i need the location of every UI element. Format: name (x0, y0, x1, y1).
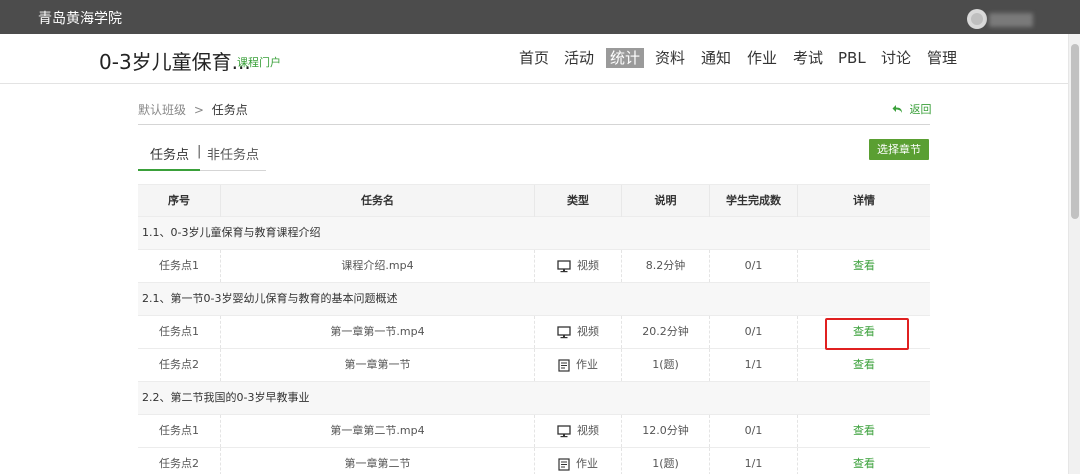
nav-exams[interactable]: 考试 (793, 48, 823, 68)
avatar-icon (971, 13, 983, 25)
table-row: 任务点1 第一章第二节.mp4 视频 12.0分钟 0/1 查看 (138, 415, 930, 448)
header-completions: 学生完成数 (710, 185, 798, 217)
view-link[interactable]: 查看 (853, 424, 875, 437)
task-type-label: 视频 (577, 325, 599, 338)
nav-home[interactable]: 首页 (519, 48, 549, 68)
task-type: 视频 (535, 415, 622, 447)
course-nav-bar: 0-3岁儿童保育... 课程门户 首页 活动 统计 资料 通知 作业 考试 PB… (0, 34, 1080, 84)
task-type: 视频 (535, 250, 622, 282)
task-detail: 查看 (798, 349, 930, 381)
nav-statistics[interactable]: 统计 (606, 48, 645, 68)
nav-notices[interactable]: 通知 (701, 48, 731, 68)
task-description: 1(题) (622, 448, 710, 474)
section-row: 2.1、第一节0-3岁婴幼儿保育与教育的基本问题概述 (138, 283, 930, 316)
task-name: 第一章第二节.mp4 (221, 415, 535, 447)
page-scrollbar[interactable] (1068, 34, 1080, 474)
task-type: 作业 (535, 349, 622, 381)
task-type: 作业 (535, 448, 622, 474)
nav-homework[interactable]: 作业 (747, 48, 777, 68)
task-completions: 1/1 (710, 448, 798, 474)
task-name: 第一章第一节.mp4 (221, 316, 535, 348)
back-link[interactable]: 返回 (892, 101, 932, 117)
header-details: 详情 (853, 194, 875, 207)
task-description: 1(题) (622, 349, 710, 381)
monitor-icon (557, 424, 571, 437)
scrollbar-thumb[interactable] (1071, 44, 1079, 219)
task-type-label: 作业 (576, 358, 598, 371)
task-type: 视频 (535, 316, 622, 348)
task-name: 第一章第一节 (221, 349, 535, 381)
section-title: 1.1、0-3岁儿童保育与教育课程介绍 (142, 226, 321, 239)
course-portal-link[interactable]: 课程门户 (237, 54, 281, 70)
task-detail: 查看 (798, 448, 930, 474)
breadcrumb: 默认班级 > 任务点 (138, 101, 248, 118)
task-type-label: 视频 (577, 424, 599, 437)
header-task-name: 任务名 (221, 185, 535, 217)
back-link-label: 返回 (909, 103, 932, 116)
task-no: 任务点2 (138, 349, 221, 381)
section-title: 2.1、第一节0-3岁婴幼儿保育与教育的基本问题概述 (142, 292, 398, 305)
table-row: 任务点2 第一章第二节 作业 1(题) 1/1 查看 (138, 448, 930, 474)
task-name: 第一章第二节 (221, 448, 535, 474)
task-description: 20.2分钟 (622, 316, 710, 348)
table-row: 任务点2 第一章第一节 作业 1(题) 1/1 查看 (138, 349, 930, 382)
tab-non-task-points[interactable]: 非任务点 (207, 144, 259, 163)
task-description: 8.2分钟 (622, 250, 710, 282)
nav-manage[interactable]: 管理 (927, 48, 957, 68)
breadcrumb-root[interactable]: 默认班级 (138, 103, 186, 117)
view-link[interactable]: 查看 (853, 259, 875, 272)
document-icon (558, 457, 570, 471)
task-tabs: 任务点 | 非任务点 (138, 144, 266, 171)
section-row: 1.1、0-3岁儿童保育与教育课程介绍 (138, 217, 930, 250)
task-detail: 查看 (798, 415, 930, 447)
task-no: 任务点1 (138, 415, 221, 447)
top-bar: 青岛黄海学院 (0, 0, 1080, 34)
monitor-icon (557, 259, 571, 272)
task-type-label: 作业 (576, 457, 598, 470)
header-no: 序号 (138, 185, 221, 217)
course-title[interactable]: 0-3岁儿童保育... (99, 46, 251, 75)
active-tab-indicator (138, 169, 200, 171)
task-completions: 0/1 (710, 316, 798, 348)
tab-task-points[interactable]: 任务点 (150, 144, 189, 163)
table-header: 序号 任务名 类型 说明 学生完成数 详情 (138, 184, 930, 217)
view-link[interactable]: 查看 (853, 457, 875, 470)
tab-separator: | (197, 144, 202, 159)
nav-pbl[interactable]: PBL (838, 48, 866, 68)
task-name: 课程介绍.mp4 (221, 250, 535, 282)
task-no: 任务点1 (138, 250, 221, 282)
section-title: 2.2、第二节我国的0-3岁早教事业 (142, 391, 310, 404)
nav-discussion[interactable]: 讨论 (881, 48, 911, 68)
task-detail: 查看 (798, 250, 930, 282)
section-row: 2.2、第二节我国的0-3岁早教事业 (138, 382, 930, 415)
task-no: 任务点1 (138, 316, 221, 348)
header-description: 说明 (622, 185, 710, 217)
divider (138, 124, 930, 125)
task-completions: 0/1 (710, 415, 798, 447)
table-row: 任务点1 第一章第一节.mp4 视频 20.2分钟 0/1 查看 (138, 316, 930, 349)
username-redacted[interactable] (989, 13, 1033, 27)
task-completions: 1/1 (710, 349, 798, 381)
task-table: 序号 任务名 类型 说明 学生完成数 详情 1.1、0-3岁儿童保育与教育课程介… (138, 184, 930, 474)
choose-chapter-button[interactable]: 选择章节 (869, 139, 929, 160)
header-type: 类型 (535, 185, 622, 217)
nav-resources[interactable]: 资料 (655, 48, 685, 68)
school-name[interactable]: 青岛黄海学院 (38, 8, 122, 28)
table-row: 任务点1 课程介绍.mp4 视频 8.2分钟 0/1 查看 (138, 250, 930, 283)
highlight-annotation-box (825, 318, 909, 350)
task-description: 12.0分钟 (622, 415, 710, 447)
breadcrumb-separator: > (193, 103, 204, 117)
nav-activity[interactable]: 活动 (564, 48, 594, 68)
document-icon (558, 358, 570, 372)
task-type-label: 视频 (577, 259, 599, 272)
breadcrumb-current: 任务点 (211, 103, 248, 117)
view-link[interactable]: 查看 (853, 358, 875, 371)
task-completions: 0/1 (710, 250, 798, 282)
task-no: 任务点2 (138, 448, 221, 474)
monitor-icon (557, 325, 571, 338)
user-avatar[interactable] (967, 9, 987, 29)
back-arrow-icon (892, 105, 902, 113)
